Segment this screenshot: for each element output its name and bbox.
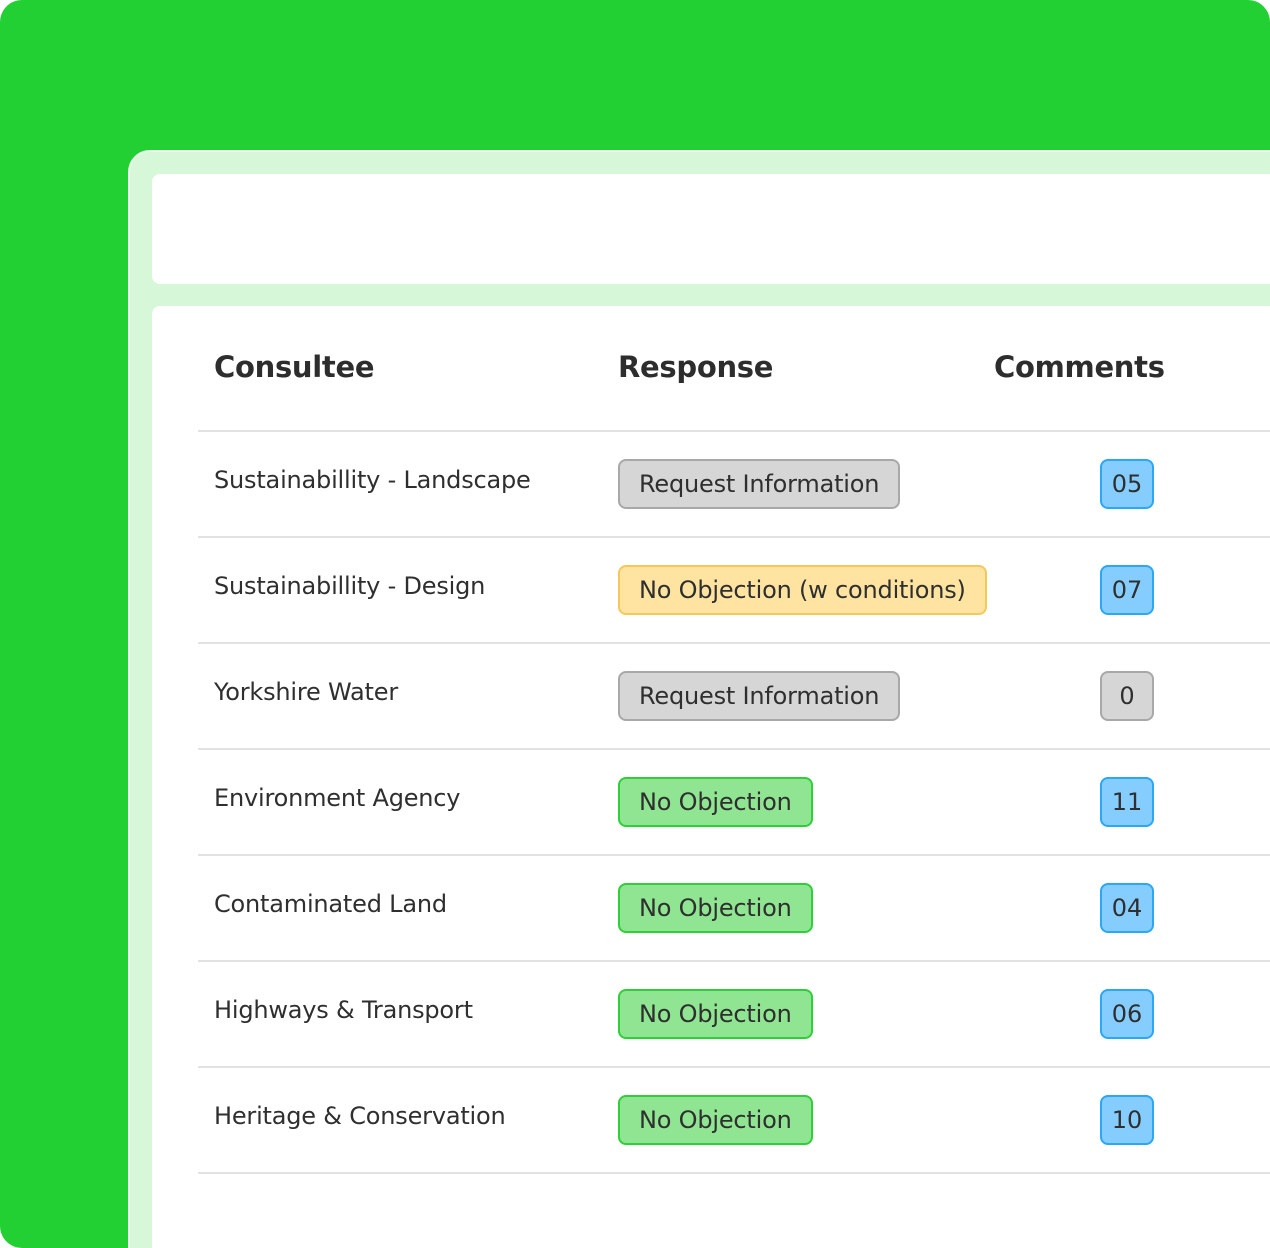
comments-count-badge[interactable]: 05: [1100, 459, 1154, 509]
consultee-name: Sustainabillity - Landscape: [214, 466, 531, 494]
comments-count-badge[interactable]: 11: [1100, 777, 1154, 827]
table-header-row: Consultee Response Comments: [198, 306, 1270, 432]
table-row[interactable]: Heritage & Conservation No Objection 10: [198, 1068, 1270, 1174]
consultee-name: Sustainabillity - Design: [214, 572, 486, 600]
table-body: Sustainabillity - Landscape Request Info…: [198, 432, 1270, 1174]
response-status-badge[interactable]: No Objection (w conditions): [618, 565, 987, 615]
table-row[interactable]: Contaminated Land No Objection 04: [198, 856, 1270, 962]
column-header-response[interactable]: Response: [618, 350, 773, 384]
table-row[interactable]: Environment Agency No Objection 11: [198, 750, 1270, 856]
consultee-name: Heritage & Conservation: [214, 1102, 506, 1130]
column-header-consultee[interactable]: Consultee: [214, 350, 375, 384]
consultee-name: Highways & Transport: [214, 996, 473, 1024]
response-status-badge[interactable]: No Objection: [618, 1095, 813, 1145]
comments-count-badge[interactable]: 07: [1100, 565, 1154, 615]
comments-count-badge[interactable]: 06: [1100, 989, 1154, 1039]
response-status-badge[interactable]: Request Information: [618, 459, 901, 509]
comments-count-badge[interactable]: 04: [1100, 883, 1154, 933]
consultee-name: Yorkshire Water: [214, 678, 398, 706]
consultee-table: Consultee Response Comments Sustainabill…: [152, 306, 1270, 1248]
table-row[interactable]: Sustainabillity - Landscape Request Info…: [198, 432, 1270, 538]
top-panel: [152, 174, 1270, 284]
consultee-name: Contaminated Land: [214, 890, 447, 918]
response-status-badge[interactable]: No Objection: [618, 777, 813, 827]
column-header-comments[interactable]: Comments: [994, 350, 1165, 384]
response-status-badge[interactable]: Request Information: [618, 671, 901, 721]
response-status-badge[interactable]: No Objection: [618, 989, 813, 1039]
consultee-name: Environment Agency: [214, 784, 461, 812]
table-row[interactable]: Sustainabillity - Design No Objection (w…: [198, 538, 1270, 644]
response-status-badge[interactable]: No Objection: [618, 883, 813, 933]
comments-count-badge[interactable]: 0: [1100, 671, 1154, 721]
table-row[interactable]: Highways & Transport No Objection 06: [198, 962, 1270, 1068]
comments-count-badge[interactable]: 10: [1100, 1095, 1154, 1145]
table-row[interactable]: Yorkshire Water Request Information 0: [198, 644, 1270, 750]
